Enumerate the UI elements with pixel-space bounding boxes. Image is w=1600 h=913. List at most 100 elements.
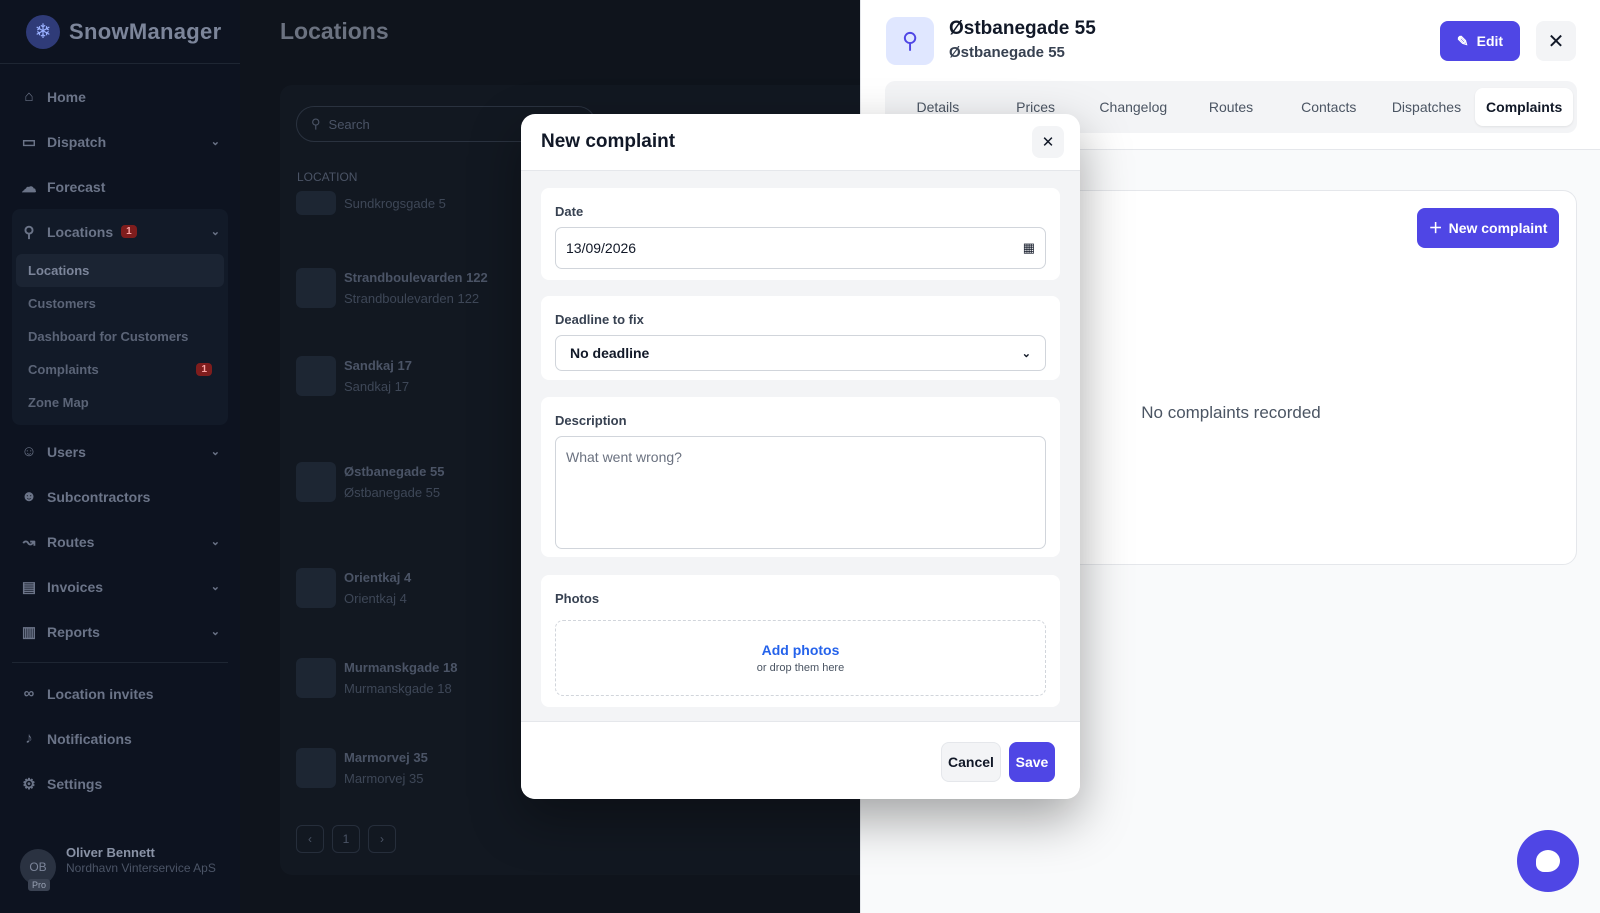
sidebar-item-locations[interactable]: ⚲ Locations 1 ⌄ xyxy=(12,209,228,254)
sidebar-item-subcontractors[interactable]: ☻ Subcontractors xyxy=(12,474,228,519)
sidebar-item-label: Reports xyxy=(47,623,100,640)
sidebar-item-notifications[interactable]: ♪ Notifications xyxy=(12,716,228,761)
submenu-item-complaints[interactable]: Complaints 1 xyxy=(16,353,224,386)
row-text: Sandkaj 17 Sandkaj 17 xyxy=(344,358,412,394)
date-value: 13/09/2026 xyxy=(566,240,637,256)
close-icon: ✕ xyxy=(1547,30,1565,53)
prev-page-icon[interactable]: ‹ xyxy=(296,825,324,853)
photo-dropzone[interactable]: Add photos or drop them here xyxy=(555,620,1046,696)
location-thumbnail xyxy=(296,462,336,502)
sidebar-item-settings[interactable]: ⚙ Settings xyxy=(12,761,228,806)
chevron-down-icon: ⌄ xyxy=(210,446,220,458)
search-placeholder: Search xyxy=(328,116,370,132)
sidebar-item-reports[interactable]: ▥ Reports ⌄ xyxy=(12,609,228,654)
sidebar-item-invoices[interactable]: ▤ Invoices ⌄ xyxy=(12,564,228,609)
description-textarea[interactable]: What went wrong? xyxy=(555,436,1046,549)
tab-dispatches[interactable]: Dispatches xyxy=(1378,88,1476,126)
row-address: Sundkrogsgade 5 xyxy=(344,195,446,211)
tab-changelog[interactable]: Changelog xyxy=(1084,88,1182,126)
sidebar-item-label: Routes xyxy=(47,533,95,550)
sidebar-item-users[interactable]: ☺ Users ⌄ xyxy=(12,429,228,474)
sidebar: ❄ SnowManager ⌂ Home ▭ Dispatch ⌄ ☁ Fore… xyxy=(0,0,240,913)
page-number[interactable]: 1 xyxy=(332,825,360,853)
submenu-label: Customers xyxy=(28,296,96,311)
edit-button[interactable]: ✎ Edit xyxy=(1440,21,1520,61)
row-text: Marmorvej 35 Marmorvej 35 xyxy=(344,750,428,786)
modal-close-button[interactable]: ✕ xyxy=(1032,126,1064,158)
brand[interactable]: ❄ SnowManager xyxy=(0,0,240,64)
row-text: Sundkrogsgade 5 xyxy=(344,196,446,211)
row-address: Sandkaj 17 xyxy=(344,379,410,394)
row-name: Østbanegade 55 xyxy=(344,464,445,479)
cancel-button[interactable]: Cancel xyxy=(941,742,1001,782)
modal-title: New complaint xyxy=(541,131,676,152)
row-text: Murmanskgade 18 Murmanskgade 18 xyxy=(344,660,457,696)
row-text: Strandboulevarden 122 Strandboulevarden 1… xyxy=(344,270,488,306)
row-name: Marmorvej 35 xyxy=(344,750,428,765)
sidebar-item-label: Notifications xyxy=(47,730,132,747)
edit-icon: ✎ xyxy=(1456,32,1469,49)
cloud-icon: ☁ xyxy=(21,178,37,196)
date-field[interactable]: 13/09/2026 ▦ xyxy=(555,227,1046,269)
submenu-item-dashboard-customers[interactable]: Dashboard for Customers xyxy=(16,320,224,353)
row-name: Murmanskgade 18 xyxy=(344,660,458,675)
modal-header: New complaint ✕ xyxy=(521,114,1080,171)
row-address: Murmanskgade 18 xyxy=(344,681,452,696)
next-page-icon[interactable]: › xyxy=(368,825,396,853)
location-thumbnail xyxy=(296,268,336,308)
new-complaint-modal: New complaint ✕ Date 13/09/2026 ▦ Deadli… xyxy=(521,114,1080,799)
wallet-icon: ▤ xyxy=(21,578,37,596)
sidebar-item-label: Invoices xyxy=(47,578,104,595)
locations-submenu: Locations Customers Dashboard for Custom… xyxy=(12,254,228,425)
pagination: ‹ 1 › xyxy=(296,825,396,853)
sidebar-item-home[interactable]: ⌂ Home xyxy=(12,74,228,119)
submenu-label: Dashboard for Customers xyxy=(28,329,189,344)
submenu-item-customers[interactable]: Customers xyxy=(16,287,224,320)
sidebar-item-forecast[interactable]: ☁ Forecast xyxy=(12,164,228,209)
submenu-item-locations[interactable]: Locations xyxy=(16,254,224,287)
description-section: Description What went wrong? xyxy=(541,397,1060,557)
drop-hint: or drop them here xyxy=(756,662,845,674)
edit-label: Edit xyxy=(1476,33,1504,49)
modal-footer: Cancel Save xyxy=(521,721,1080,799)
sidebar-item-label: Location invites xyxy=(47,685,154,702)
tab-routes[interactable]: Routes xyxy=(1182,88,1280,126)
calendar-icon[interactable]: ▦ xyxy=(1023,240,1035,256)
sidebar-item-location-invites[interactable]: ∞ Location invites xyxy=(12,671,228,716)
chevron-down-icon: ⌄ xyxy=(210,226,220,238)
deadline-value: No deadline xyxy=(570,345,650,361)
sidebar-item-dispatch[interactable]: ▭ Dispatch ⌄ xyxy=(12,119,228,164)
location-thumbnail xyxy=(296,748,336,788)
chevron-down-icon: ⌄ xyxy=(210,536,220,548)
close-panel-button[interactable]: ✕ xyxy=(1536,21,1576,61)
date-section: Date 13/09/2026 ▦ xyxy=(541,188,1060,280)
brand-name: SnowManager xyxy=(69,18,222,44)
user-profile[interactable]: OB Pro Oliver Bennett Nordhavn Vinterser… xyxy=(20,845,216,891)
column-header-location: LOCATION xyxy=(297,170,358,184)
user-company: Nordhavn Vinterservice ApS xyxy=(66,861,216,875)
avatar: OB Pro xyxy=(20,849,56,891)
submenu-label: Complaints xyxy=(28,362,99,377)
row-text: Østbanegade 55 Østbanegade 55 xyxy=(344,464,444,500)
sidebar-item-label: Home xyxy=(47,88,86,105)
row-name: Orientkaj 4 xyxy=(344,570,412,585)
submenu-item-zone-map[interactable]: Zone Map xyxy=(16,386,224,419)
snowflake-logo-icon: ❄ xyxy=(26,14,60,49)
locations-badge: 1 xyxy=(121,225,137,238)
sidebar-item-label: Dispatch xyxy=(47,133,107,150)
deadline-section: Deadline to fix No deadline ⌄ xyxy=(541,296,1060,380)
chat-button[interactable] xyxy=(1517,830,1579,892)
new-complaint-button[interactable]: ＋ New complaint xyxy=(1417,208,1559,248)
deadline-select[interactable]: No deadline ⌄ xyxy=(555,335,1046,371)
page-title: Locations xyxy=(280,18,389,44)
location-thumbnail xyxy=(296,658,336,698)
tab-contacts[interactable]: Contacts xyxy=(1280,88,1378,126)
tab-complaints[interactable]: Complaints xyxy=(1475,88,1574,126)
complaints-badge: 1 xyxy=(196,363,212,376)
add-photos-link[interactable]: Add photos xyxy=(762,642,840,658)
row-address: Østbanegade 55 xyxy=(344,485,441,500)
row-address: Orientkaj 4 xyxy=(344,591,407,606)
sidebar-item-routes[interactable]: ↝ Routes ⌄ xyxy=(12,519,228,564)
sidebar-nav: ⌂ Home ▭ Dispatch ⌄ ☁ Forecast ⚲ Locatio… xyxy=(0,64,240,816)
save-button[interactable]: Save xyxy=(1009,742,1055,782)
